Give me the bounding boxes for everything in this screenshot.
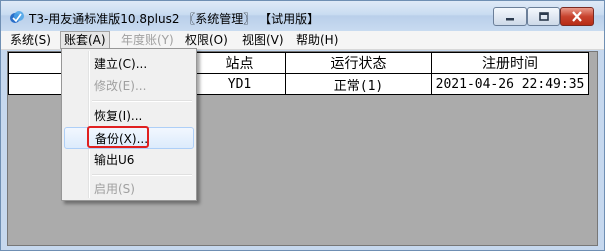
minimize-icon [506,17,514,20]
menu-item-enable: 启用(S) [94,182,135,196]
menu-item-modify: 修改(E)... [94,79,147,93]
menu-fiscal-year-account: 年度账(Y) [121,33,174,47]
menu-item-restore[interactable]: 恢复(I)... [64,105,194,127]
column-header-login-time[interactable]: 注册时间 [431,52,589,74]
menu-account-set[interactable]: 账套(A) [60,31,110,49]
menu-permissions[interactable]: 权限(O) [182,32,231,48]
window-title: T3-用友通标准版10.8plus2 〖系统管理〗 【试用版】 [29,12,320,26]
menu-separator [92,100,192,102]
close-icon [572,11,582,22]
menu-item-create[interactable]: 建立(C)... [64,53,194,75]
column-header-status[interactable]: 运行状态 [285,52,432,74]
app-logo-icon [10,11,24,23]
close-button[interactable] [560,7,594,26]
minimize-button[interactable] [493,7,527,26]
annotation-highlight-box [87,126,149,148]
application-window: T3-用友通标准版10.8plus2 〖系统管理〗 【试用版】 系统(S) 账套… [0,0,605,251]
cell-site: YD1 [193,73,286,95]
menu-separator [92,174,192,176]
menu-item-export-u6[interactable]: 输出U6 [64,149,194,171]
maximize-icon [538,11,549,21]
column-header-site[interactable]: 站点 [193,52,286,74]
menu-view[interactable]: 视图(V) [239,32,287,48]
menu-help[interactable]: 帮助(H) [293,32,341,48]
menu-system[interactable]: 系统(S) [7,32,54,48]
title-bar[interactable]: T3-用友通标准版10.8plus2 〖系统管理〗 【试用版】 [1,1,604,31]
cell-status: 正常(1) [285,73,432,95]
maximize-button[interactable] [527,7,560,26]
cell-login-time: 2021-04-26 22:49:35 [431,73,589,95]
account-set-dropdown-menu: 建立(C)... 修改(E)... 恢复(I)... 备份(X)... 输出U6… [61,48,197,201]
